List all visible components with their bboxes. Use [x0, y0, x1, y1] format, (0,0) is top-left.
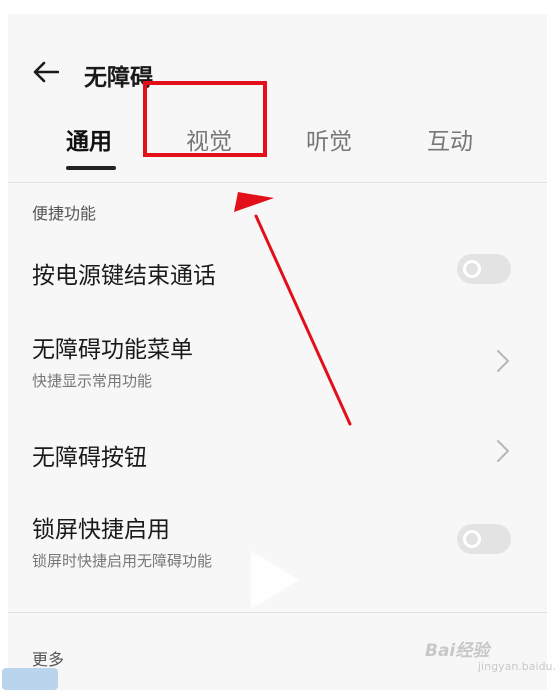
row-title: 锁屏快捷启用	[32, 517, 170, 543]
back-button[interactable]	[28, 54, 64, 90]
toggle-knob	[463, 530, 481, 548]
toggle-switch[interactable]	[457, 524, 511, 554]
toggle-switch[interactable]	[457, 254, 511, 284]
tab-interaction[interactable]: 互动	[427, 122, 473, 156]
chevron-right-icon	[497, 350, 509, 372]
section-label-more: 更多	[32, 650, 65, 669]
tab-divider	[8, 182, 547, 183]
watermark-url: jingyan.baidu.com	[478, 660, 555, 673]
row-title: 按电源键结束通话	[32, 263, 216, 289]
row-title: 无障碍按钮	[32, 445, 147, 471]
tab-bar: 通用 视觉 听觉 互动	[8, 122, 547, 172]
row-subtitle: 锁屏时快捷启用无障碍功能	[32, 552, 213, 570]
toggle-knob	[463, 260, 481, 278]
header-bar: 无障碍	[8, 52, 547, 92]
annotation-highlight-box	[143, 81, 267, 157]
back-arrow-icon	[33, 61, 59, 83]
active-tab-indicator	[66, 166, 116, 170]
row-title: 无障碍功能菜单	[32, 337, 193, 363]
corner-overlay-chip	[2, 668, 58, 690]
tab-general[interactable]: 通用	[66, 122, 112, 156]
section-label-shortcuts: 便捷功能	[32, 204, 97, 223]
row-power-button-ends-call[interactable]: 按电源键结束通话	[8, 242, 547, 298]
row-subtitle: 快捷显示常用功能	[32, 372, 153, 390]
tab-hearing[interactable]: 听觉	[306, 122, 352, 156]
chevron-right-icon	[497, 440, 509, 462]
watermark-logo: Bai经验	[425, 641, 490, 661]
row-accessibility-button[interactable]: 无障碍按钮	[8, 424, 547, 480]
play-watermark-icon	[251, 551, 299, 609]
row-accessibility-menu[interactable]: 无障碍功能菜单 快捷显示常用功能	[8, 320, 547, 400]
